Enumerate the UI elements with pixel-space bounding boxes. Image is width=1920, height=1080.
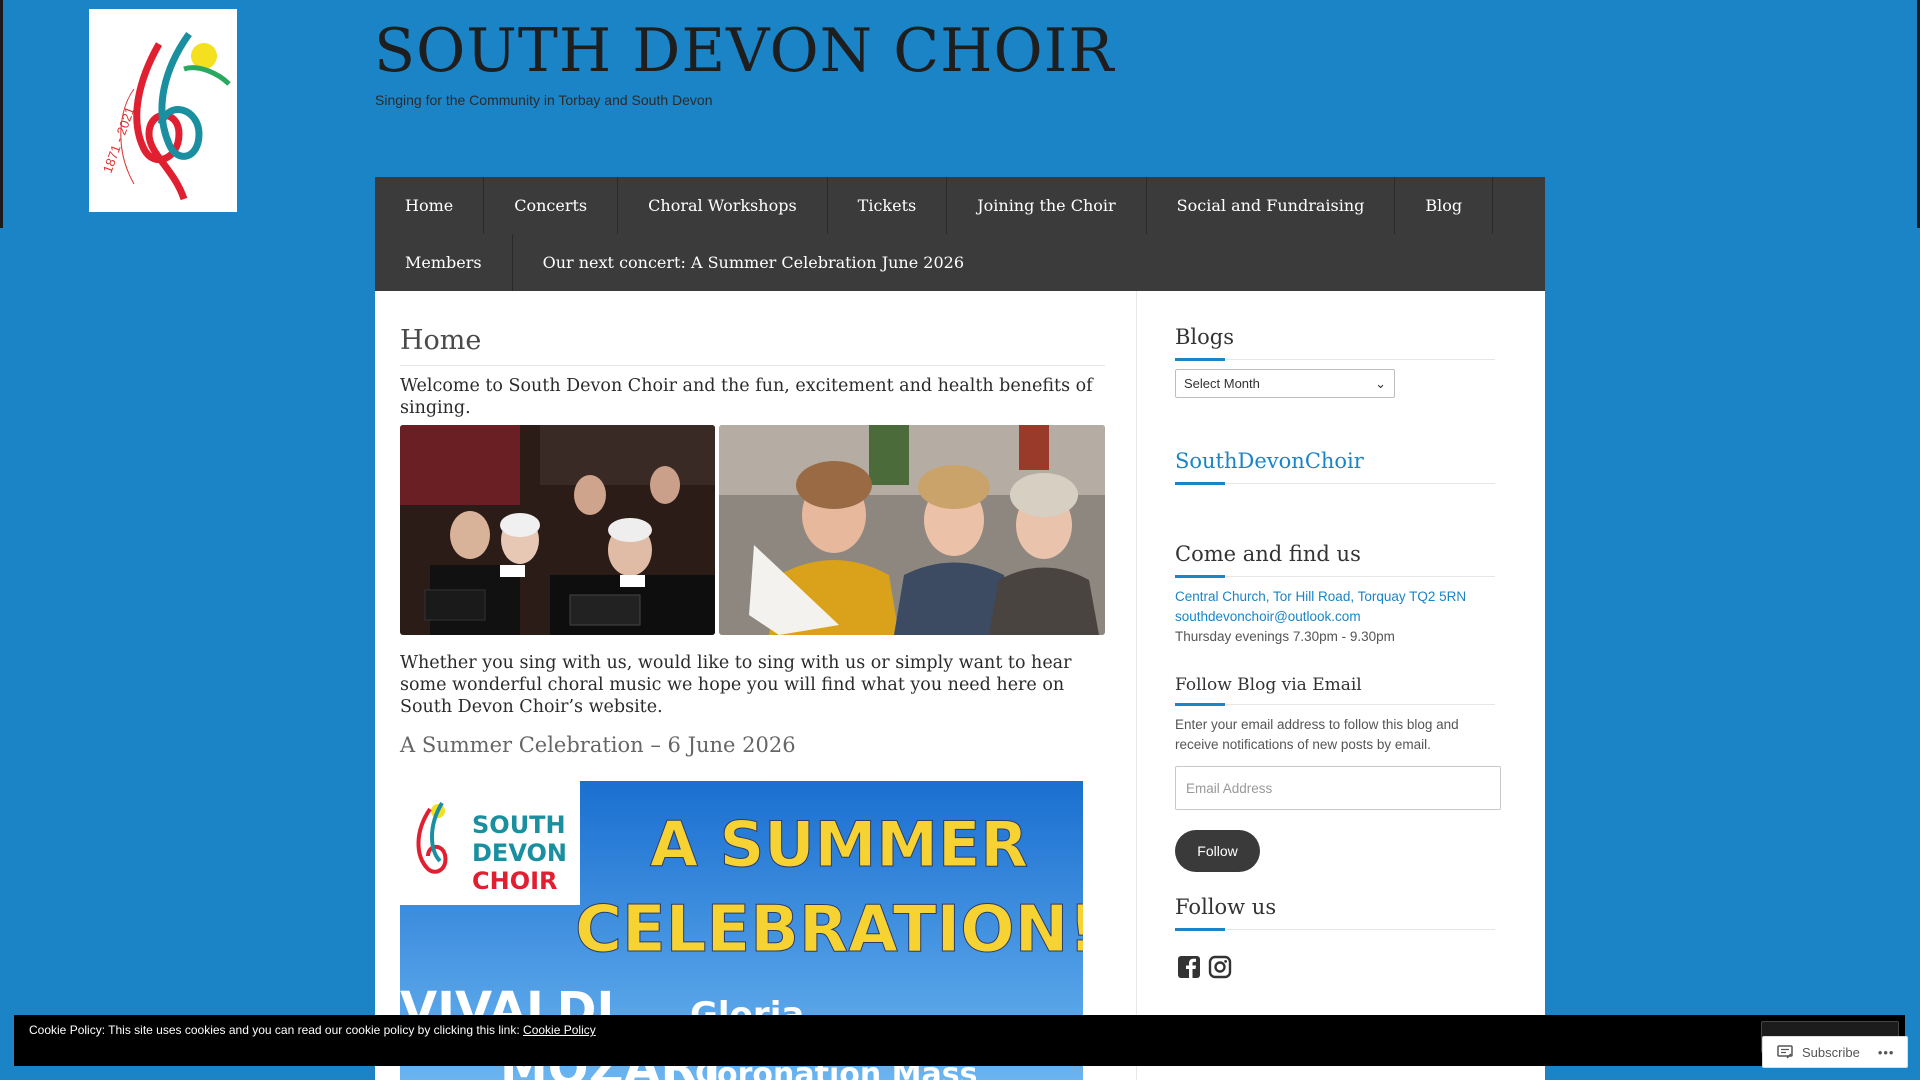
site-tagline: Singing for the Community in Torbay and … xyxy=(375,92,713,108)
chevron-down-icon: ⌄ xyxy=(1375,375,1386,391)
nav-item-blog[interactable]: Blog xyxy=(1395,177,1494,234)
nav-row-primary: Home Concerts Choral Workshops Tickets J… xyxy=(375,177,1494,234)
poster-logo-line3: CHOIR xyxy=(472,867,558,895)
content-area: Home Welcome to South Devon Choir and th… xyxy=(375,291,1545,1080)
follow-us-title: Follow us xyxy=(1175,895,1277,919)
select-month-label: Select Month xyxy=(1184,376,1260,391)
site-title[interactable]: SOUTH DEVON CHOIR xyxy=(374,16,1115,86)
find-us-title: Come and find us xyxy=(1175,542,1361,566)
nav-item-next-concert[interactable]: Our next concert: A Summer Celebration J… xyxy=(513,234,994,291)
nav-item-members[interactable]: Members xyxy=(375,234,513,291)
cookie-policy-link[interactable]: Cookie Policy xyxy=(523,1023,596,1037)
poster-logo-line1: SOUTH xyxy=(472,811,566,839)
nav-item-concerts[interactable]: Concerts xyxy=(484,177,619,234)
poster-logo-line2: DEVON xyxy=(472,839,567,867)
cookie-banner: Cookie Policy: This site uses cookies an… xyxy=(14,1015,1905,1066)
choir-women-photo xyxy=(719,425,1105,635)
nav-item-social-and-fundraising[interactable]: Social and Fundraising xyxy=(1147,177,1396,234)
southdevonchoir-link[interactable]: SouthDevonChoir xyxy=(1175,449,1364,473)
address-link[interactable]: Central Church, Tor Hill Road, Torquay T… xyxy=(1175,587,1466,607)
concert-heading: A Summer Celebration – 6 June 2026 xyxy=(400,733,796,757)
follow-button[interactable]: Follow xyxy=(1175,830,1260,872)
archive-month-select[interactable]: Select Month ⌄ xyxy=(1175,369,1395,398)
email-link[interactable]: southdevonchoir@outlook.com xyxy=(1175,607,1361,627)
intro-text: Welcome to South Devon Choir and the fun… xyxy=(400,376,1093,418)
nav-item-tickets[interactable]: Tickets xyxy=(828,177,948,234)
subscribe-icon xyxy=(1777,1044,1793,1060)
find-us-title-rule xyxy=(1175,575,1495,578)
page-title: Home xyxy=(400,325,482,356)
follow-us-title-rule xyxy=(1175,928,1495,931)
instagram-icon[interactable] xyxy=(1208,955,1232,979)
sdc-title-rule xyxy=(1175,482,1495,485)
subscribe-bar: Subscribe ••• xyxy=(1762,1036,1908,1068)
blogs-title-rule xyxy=(1175,358,1495,361)
subscribe-button[interactable]: Subscribe xyxy=(1802,1045,1860,1060)
follow-email-title-rule xyxy=(1175,703,1495,706)
column-divider xyxy=(1136,291,1137,1080)
poster-headline-1: A SUMMER xyxy=(650,808,1028,881)
left-edge-rule xyxy=(0,0,3,228)
choir-logo-icon: 1871 - 2021 xyxy=(100,31,231,201)
title-divider xyxy=(400,365,1105,366)
poster-headline-2: CELEBRATION! xyxy=(575,893,1083,967)
email-address-input[interactable]: Email Address xyxy=(1175,766,1501,810)
nav-row-secondary: Members Our next concert: A Summer Celeb… xyxy=(375,234,994,291)
more-options-icon[interactable]: ••• xyxy=(1878,1045,1895,1060)
nav-item-home[interactable]: Home xyxy=(375,177,485,234)
nav-item-choral-workshops[interactable]: Choral Workshops xyxy=(618,177,828,234)
site-logo[interactable]: 1871 - 2021 xyxy=(89,9,237,212)
follow-email-description: Enter your email address to follow this … xyxy=(1175,717,1459,752)
main-navigation: Home Concerts Choral Workshops Tickets J… xyxy=(375,177,1545,291)
nav-item-joining-the-choir[interactable]: Joining the Choir xyxy=(947,177,1147,234)
follow-email-title: Follow Blog via Email xyxy=(1175,675,1362,695)
cookie-policy-text: Cookie Policy: This site uses cookies an… xyxy=(29,1023,520,1037)
logo-years-text: 1871 - 2021 xyxy=(100,105,138,175)
cookie-text-wrapper: Cookie Policy: This site uses cookies an… xyxy=(29,1023,596,1037)
facebook-icon[interactable] xyxy=(1177,955,1201,979)
meeting-hours: Thursday evenings 7.30pm - 9.30pm xyxy=(1175,629,1395,644)
choir-men-photo xyxy=(400,425,715,635)
welcome-paragraph: Whether you sing with us, would like to … xyxy=(400,653,1072,717)
blogs-widget-title: Blogs xyxy=(1175,325,1235,349)
